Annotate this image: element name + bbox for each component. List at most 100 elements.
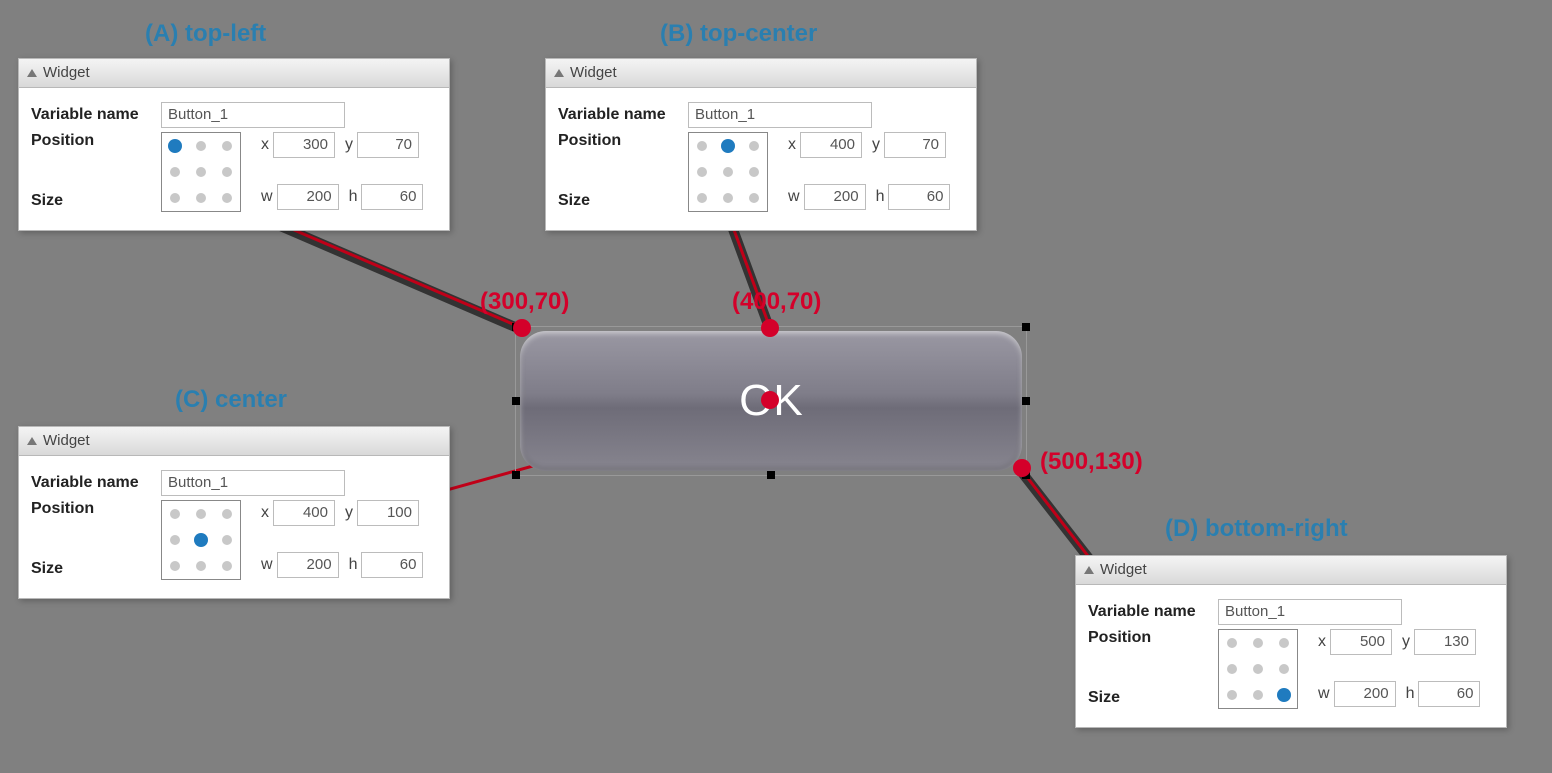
widget-panel-c: Widget Variable name Button_1 Position S…	[18, 426, 450, 599]
h-label: h	[1406, 685, 1415, 703]
widget-panel-a: Widget Variable name Button_1 Position S…	[18, 58, 450, 231]
anchor-dot-4[interactable]	[1253, 664, 1263, 674]
anchor-dot-8[interactable]	[749, 193, 759, 203]
anchor-dot-7[interactable]	[196, 193, 206, 203]
resize-handle[interactable]	[767, 471, 775, 479]
caption-d: (D) bottom-right	[1165, 515, 1348, 543]
anchor-dot-0[interactable]	[697, 141, 707, 151]
position-label: Position	[558, 132, 688, 150]
anchor-dot-8[interactable]	[1277, 688, 1291, 702]
x-field[interactable]: 400	[800, 132, 862, 158]
resize-handle[interactable]	[512, 471, 520, 479]
anchor-dot-8[interactable]	[222, 561, 232, 571]
anchor-dot-3[interactable]	[170, 535, 180, 545]
variable-name-field[interactable]: Button_1	[161, 470, 345, 496]
position-label: Position	[1088, 629, 1218, 647]
panel-title: Widget	[570, 64, 617, 81]
anchor-dot-0[interactable]	[168, 139, 182, 153]
variable-name-label: Variable name	[31, 474, 161, 492]
anchor-dot-1[interactable]	[196, 141, 206, 151]
anchor-point-center	[761, 391, 779, 409]
h-field[interactable]: 60	[1418, 681, 1480, 707]
anchor-dot-2[interactable]	[1279, 638, 1289, 648]
x-field[interactable]: 400	[273, 500, 335, 526]
h-label: h	[349, 188, 358, 206]
y-field[interactable]: 100	[357, 500, 419, 526]
variable-name-field[interactable]: Button_1	[1218, 599, 1402, 625]
anchor-grid[interactable]	[1218, 629, 1298, 709]
h-field[interactable]: 60	[361, 184, 423, 210]
anchor-dot-1[interactable]	[721, 139, 735, 153]
h-label: h	[349, 556, 358, 574]
h-field[interactable]: 60	[361, 552, 423, 578]
anchor-dot-0[interactable]	[170, 509, 180, 519]
variable-name-field[interactable]: Button_1	[161, 102, 345, 128]
anchor-dot-2[interactable]	[222, 141, 232, 151]
h-field[interactable]: 60	[888, 184, 950, 210]
anchor-dot-7[interactable]	[196, 561, 206, 571]
h-label: h	[876, 188, 885, 206]
anchor-dot-6[interactable]	[170, 561, 180, 571]
y-field[interactable]: 70	[884, 132, 946, 158]
anchor-dot-6[interactable]	[170, 193, 180, 203]
caption-b: (B) top-center	[660, 20, 817, 48]
anchor-dot-0[interactable]	[1227, 638, 1237, 648]
anchor-dot-3[interactable]	[1227, 664, 1237, 674]
anchor-dot-8[interactable]	[222, 193, 232, 203]
collapse-triangle-icon[interactable]	[27, 69, 37, 77]
panel-header[interactable]: Widget	[19, 59, 449, 88]
variable-name-field[interactable]: Button_1	[688, 102, 872, 128]
w-label: w	[261, 556, 273, 574]
anchor-grid[interactable]	[161, 132, 241, 212]
anchor-dot-4[interactable]	[196, 167, 206, 177]
x-label: x	[261, 504, 269, 522]
w-field[interactable]: 200	[804, 184, 866, 210]
anchor-dot-7[interactable]	[1253, 690, 1263, 700]
y-label: y	[1402, 633, 1410, 651]
anchor-dot-3[interactable]	[697, 167, 707, 177]
anchor-dot-6[interactable]	[1227, 690, 1237, 700]
y-field[interactable]: 130	[1414, 629, 1476, 655]
collapse-triangle-icon[interactable]	[27, 437, 37, 445]
anchor-dot-4[interactable]	[723, 167, 733, 177]
anchor-dot-7[interactable]	[723, 193, 733, 203]
position-label: Position	[31, 132, 161, 150]
anchor-dot-4[interactable]	[194, 533, 208, 547]
caption-a: (A) top-left	[145, 20, 266, 48]
w-field[interactable]: 200	[277, 184, 339, 210]
anchor-dot-5[interactable]	[222, 167, 232, 177]
anchor-dot-2[interactable]	[749, 141, 759, 151]
anchor-dot-5[interactable]	[222, 535, 232, 545]
panel-title: Widget	[43, 64, 90, 81]
collapse-triangle-icon[interactable]	[554, 69, 564, 77]
anchor-dot-1[interactable]	[196, 509, 206, 519]
coord-top-center: (400,70)	[732, 288, 821, 316]
anchor-dot-1[interactable]	[1253, 638, 1263, 648]
anchor-grid[interactable]	[688, 132, 768, 212]
collapse-triangle-icon[interactable]	[1084, 566, 1094, 574]
resize-handle[interactable]	[1022, 323, 1030, 331]
panel-header[interactable]: Widget	[546, 59, 976, 88]
anchor-grid[interactable]	[161, 500, 241, 580]
anchor-point-bottom-right	[1013, 459, 1031, 477]
resize-handle[interactable]	[512, 397, 520, 405]
x-field[interactable]: 300	[273, 132, 335, 158]
anchor-dot-2[interactable]	[222, 509, 232, 519]
position-label: Position	[31, 500, 161, 518]
x-field[interactable]: 500	[1330, 629, 1392, 655]
panel-header[interactable]: Widget	[1076, 556, 1506, 585]
resize-handle[interactable]	[1022, 397, 1030, 405]
anchor-dot-3[interactable]	[170, 167, 180, 177]
anchor-point-top-center	[761, 319, 779, 337]
panel-title: Widget	[1100, 561, 1147, 578]
y-field[interactable]: 70	[357, 132, 419, 158]
variable-name-label: Variable name	[558, 106, 688, 124]
w-field[interactable]: 200	[1334, 681, 1396, 707]
panel-header[interactable]: Widget	[19, 427, 449, 456]
anchor-dot-5[interactable]	[749, 167, 759, 177]
anchor-dot-6[interactable]	[697, 193, 707, 203]
widget-panel-d: Widget Variable name Button_1 Position S…	[1075, 555, 1507, 728]
diagram-stage: (A) top-left (B) top-center (C) center (…	[0, 0, 1552, 773]
anchor-dot-5[interactable]	[1279, 664, 1289, 674]
w-field[interactable]: 200	[277, 552, 339, 578]
